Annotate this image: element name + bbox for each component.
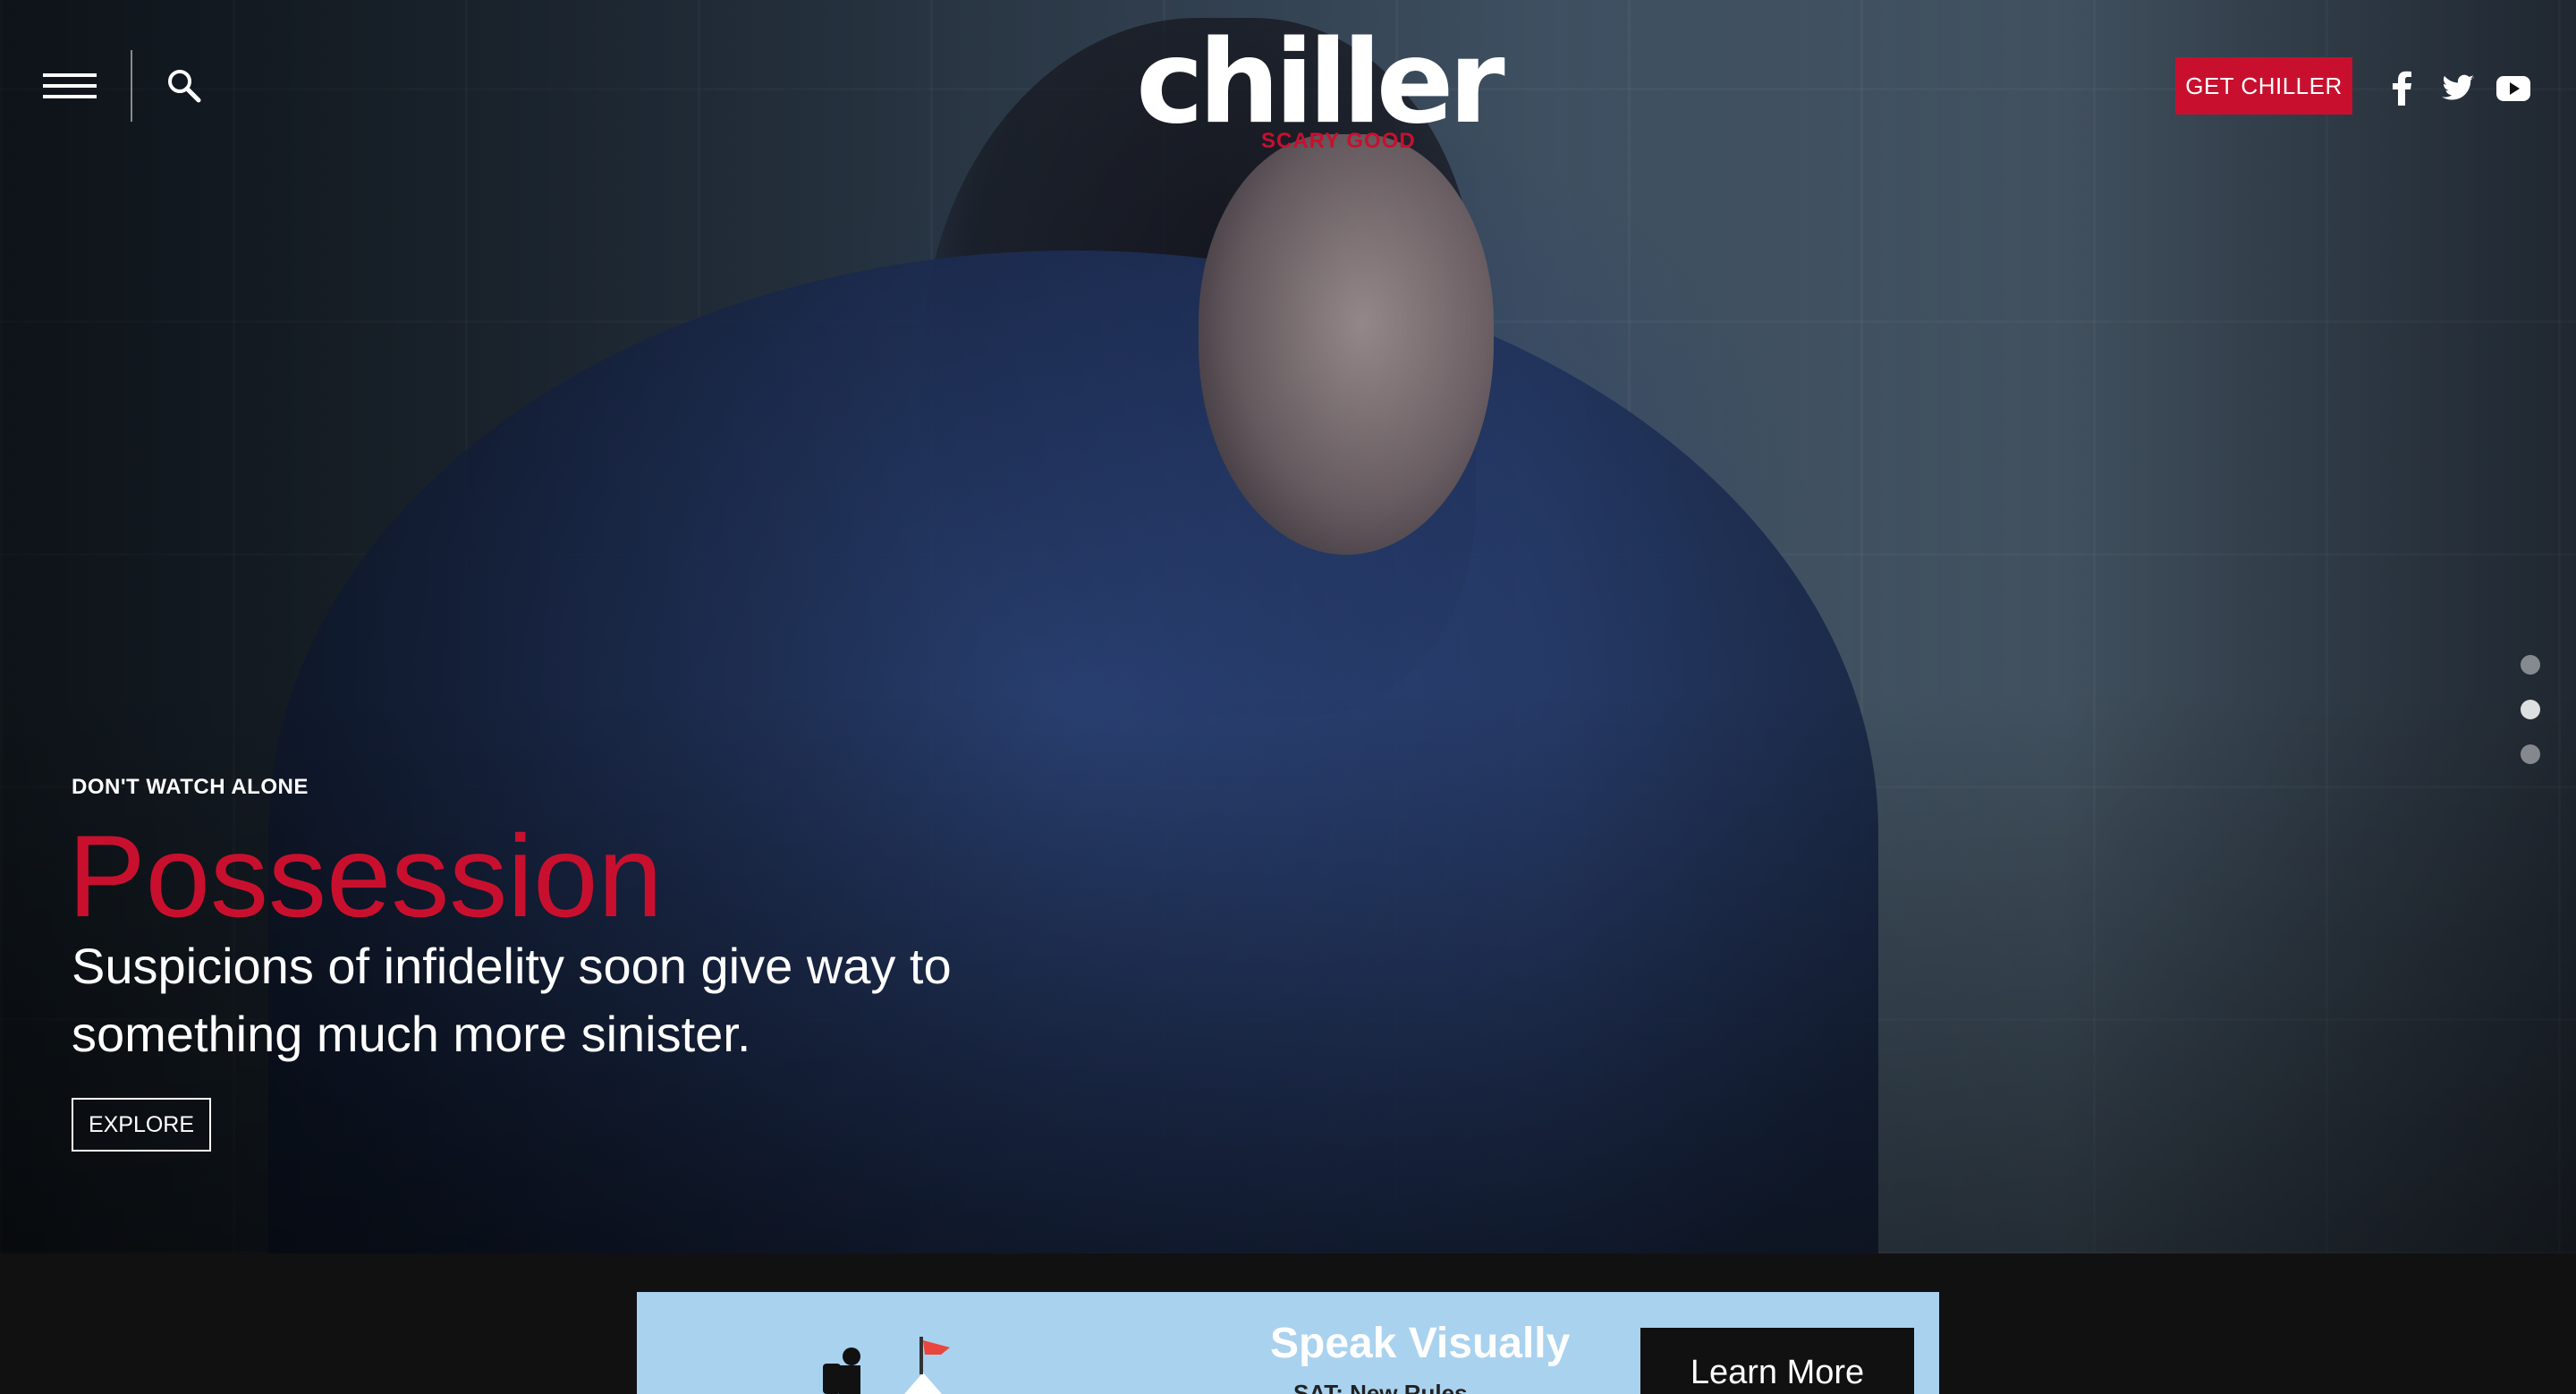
get-chiller-button[interactable]: GET CHILLER <box>2175 57 2352 115</box>
hero-title: Possession <box>68 811 663 941</box>
hamburger-menu-button[interactable] <box>43 70 97 102</box>
menu-bar <box>43 95 97 98</box>
carousel-dot-3[interactable] <box>2521 744 2540 764</box>
ad-learn-more-button[interactable]: Learn More <box>1640 1328 1914 1394</box>
facebook-icon <box>2393 71 2411 106</box>
hero-description: Suspicions of infidelity soon give way t… <box>72 938 952 1062</box>
twitter-icon <box>2442 74 2474 100</box>
ad-headline: Speak Visually <box>1270 1320 1571 1367</box>
carousel-dot-1[interactable] <box>2521 655 2540 675</box>
hero-eyebrow: DON'T WATCH ALONE <box>72 775 309 799</box>
search-button[interactable] <box>165 66 204 106</box>
hero-carousel: DON'T WATCH ALONE Possession Suspicions … <box>0 0 2576 1254</box>
facebook-link[interactable] <box>2383 68 2422 107</box>
ad-subline: SAT: New Rules <box>1293 1380 1468 1394</box>
chiller-logo[interactable]: chiller SCARY GOOD <box>1136 16 1505 159</box>
header-divider <box>131 50 132 122</box>
youtube-link[interactable] <box>2494 68 2533 107</box>
hiker-mountain-icon <box>823 1337 950 1394</box>
menu-bar <box>43 84 97 88</box>
advertisement-banner[interactable]: Speak Visually SAT: New Rules Learn More <box>637 1292 1939 1394</box>
explore-button[interactable]: EXPLORE <box>72 1098 211 1152</box>
youtube-icon <box>2496 76 2530 101</box>
menu-bar <box>43 73 97 77</box>
carousel-dot-2[interactable] <box>2521 700 2540 719</box>
logo-tagline: SCARY GOOD <box>1261 129 1416 153</box>
search-icon <box>168 70 201 103</box>
twitter-link[interactable] <box>2438 68 2478 107</box>
carousel-pagination <box>2521 655 2544 789</box>
